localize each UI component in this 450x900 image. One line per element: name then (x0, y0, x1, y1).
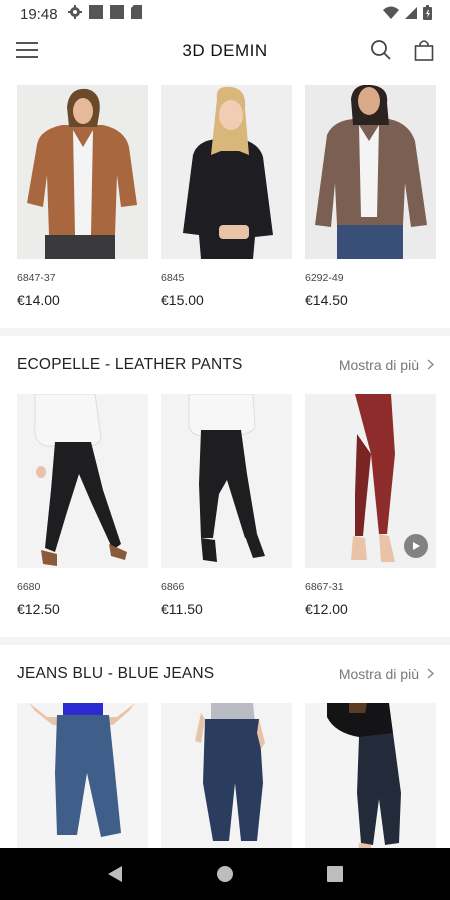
product-card[interactable]: 6845 €15.00 (161, 85, 292, 308)
section-title: ECOPELLE - LEATHER PANTS (17, 356, 243, 373)
section-title: JEANS BLU - BLUE JEANS (17, 665, 215, 682)
back-icon[interactable] (95, 854, 135, 894)
chevron-right-icon (427, 666, 435, 682)
product-price: €12.00 (305, 601, 348, 617)
product-photo (305, 394, 436, 568)
product-card[interactable]: 6680 €12.50 (17, 394, 148, 617)
show-more-label: Mostra di più (338, 357, 419, 373)
status-bar: 19:48 (0, 0, 450, 28)
home-icon[interactable] (205, 854, 245, 894)
product-code: 6680 (17, 581, 41, 593)
product-photo (161, 394, 292, 568)
product-price: €12.50 (17, 601, 60, 617)
show-more-link[interactable]: Mostra di più (338, 357, 435, 373)
product-section-blue-jeans: JEANS BLU - BLUE JEANS Mostra di più (0, 645, 450, 848)
show-more-label: Mostra di più (338, 666, 419, 682)
search-icon[interactable] (370, 39, 394, 63)
app-header: 3D DEMIN (0, 28, 450, 74)
signal-icon (405, 6, 417, 23)
product-card[interactable] (161, 703, 292, 848)
product-code: 6847-37 (17, 272, 56, 284)
product-code: 6292-49 (305, 272, 344, 284)
product-code: 6866 (161, 581, 185, 593)
battery-icon (423, 4, 432, 24)
product-photo (305, 85, 436, 259)
product-photo (161, 85, 292, 259)
product-section-leather-pants: ECOPELLE - LEATHER PANTS Mostra di più 6… (0, 336, 450, 637)
product-price: €14.00 (17, 292, 60, 308)
app-icon (109, 5, 124, 23)
status-time: 19:48 (20, 5, 58, 23)
play-video-button[interactable] (404, 534, 428, 558)
product-photo (305, 703, 436, 848)
app-icon (88, 5, 103, 23)
product-code: 6845 (161, 272, 185, 284)
gear-icon (67, 5, 82, 23)
recents-icon[interactable] (315, 854, 355, 894)
product-photo (17, 703, 148, 848)
product-card[interactable] (17, 703, 148, 848)
product-price: €15.00 (161, 292, 204, 308)
show-more-link[interactable]: Mostra di più (338, 666, 435, 682)
product-card[interactable]: 6292-49 €14.50 (305, 85, 436, 308)
product-photo (17, 394, 148, 568)
wifi-icon (383, 6, 399, 23)
system-nav-bar (0, 848, 450, 900)
shopping-bag-icon[interactable] (414, 39, 438, 63)
product-photo (161, 703, 292, 848)
product-price: €14.50 (305, 292, 348, 308)
sim-icon (130, 5, 142, 23)
product-card[interactable] (305, 703, 436, 848)
content-scroll[interactable]: 6847-37 €14.00 6845 €15.00 6292-49 €14.5… (0, 74, 450, 848)
product-card[interactable]: 6847-37 €14.00 (17, 85, 148, 308)
product-photo (17, 85, 148, 259)
chevron-right-icon (427, 357, 435, 373)
product-card[interactable]: 6867-31 €12.00 (305, 394, 436, 617)
product-code: 6867-31 (305, 581, 344, 593)
product-price: €11.50 (161, 601, 203, 617)
product-card[interactable]: 6866 €11.50 (161, 394, 292, 617)
product-section-top: 6847-37 €14.00 6845 €15.00 6292-49 €14.5… (0, 74, 450, 328)
